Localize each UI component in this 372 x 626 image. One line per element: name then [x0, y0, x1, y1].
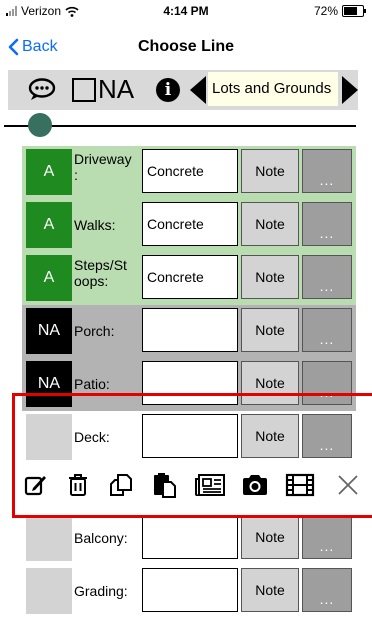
na-checkbox[interactable]: NA	[72, 74, 134, 105]
grade-badge[interactable]: A	[26, 255, 72, 301]
note-button[interactable]: Note	[241, 202, 299, 246]
value-field[interactable]: Concrete	[142, 202, 238, 246]
grade-badge[interactable]: A	[26, 202, 72, 248]
more-button[interactable]: ...	[302, 515, 352, 559]
slider-track	[4, 125, 356, 127]
selected-row-highlight	[12, 393, 372, 518]
info-icon[interactable]: i	[156, 78, 180, 102]
line-label: Walks:	[74, 217, 116, 233]
font-size-slider[interactable]	[4, 112, 356, 138]
more-button[interactable]: ...	[302, 149, 352, 193]
value-field[interactable]: Concrete	[142, 255, 238, 299]
line-label: Porch:	[74, 323, 115, 339]
more-button[interactable]: ...	[302, 308, 352, 352]
line-label: Steps/St oops:	[74, 257, 127, 289]
note-button[interactable]: Note	[241, 515, 299, 559]
line-row-driveway[interactable]: A Driveway : Concrete Note ...	[22, 146, 356, 199]
grade-badge[interactable]	[26, 568, 72, 614]
slider-thumb[interactable]	[28, 113, 53, 137]
line-label: Grading:	[74, 583, 128, 599]
line-row-grading[interactable]: Grading: Note ...	[22, 565, 356, 618]
line-row-balcony[interactable]: Balcony: Note ...	[22, 512, 356, 565]
line-row-walks[interactable]: A Walks: Concrete Note ...	[22, 199, 356, 252]
grade-badge[interactable]: A	[26, 149, 72, 195]
battery-percent: 72%	[313, 4, 338, 18]
status-bar: Verizon 4:14 PM 72%	[0, 0, 372, 22]
note-button[interactable]: Note	[241, 149, 299, 193]
previous-section-button[interactable]	[190, 76, 206, 104]
more-button[interactable]: ...	[302, 568, 352, 612]
line-label: Driveway :	[74, 151, 132, 183]
battery-indicator: 72%	[313, 4, 366, 18]
section-toolbar: NA i Lots and Grounds	[8, 70, 358, 110]
note-button[interactable]: Note	[241, 255, 299, 299]
value-field[interactable]	[142, 568, 238, 612]
line-row-porch[interactable]: NA Porch: Note ...	[22, 305, 356, 358]
value-field[interactable]	[142, 515, 238, 559]
page-title: Choose Line	[137, 38, 234, 55]
grade-badge[interactable]: NA	[26, 308, 72, 354]
navigation-bar: Back Choose Line	[0, 28, 372, 68]
more-button[interactable]: ...	[302, 202, 352, 246]
next-section-button[interactable]	[342, 76, 358, 104]
na-label: NA	[98, 74, 135, 104]
note-button[interactable]: Note	[241, 568, 299, 612]
checkbox-icon	[72, 77, 96, 102]
line-row-steps-stoops[interactable]: A Steps/St oops: Concrete Note ...	[22, 252, 356, 305]
section-name: Lots and Grounds	[208, 72, 338, 106]
line-label: Balcony:	[74, 530, 128, 546]
grade-badge[interactable]	[26, 515, 72, 561]
battery-icon	[342, 5, 366, 17]
value-field[interactable]: Concrete	[142, 149, 238, 193]
comment-icon[interactable]	[28, 78, 56, 102]
note-button[interactable]: Note	[241, 308, 299, 352]
value-field[interactable]	[142, 308, 238, 352]
more-button[interactable]: ...	[302, 255, 352, 299]
